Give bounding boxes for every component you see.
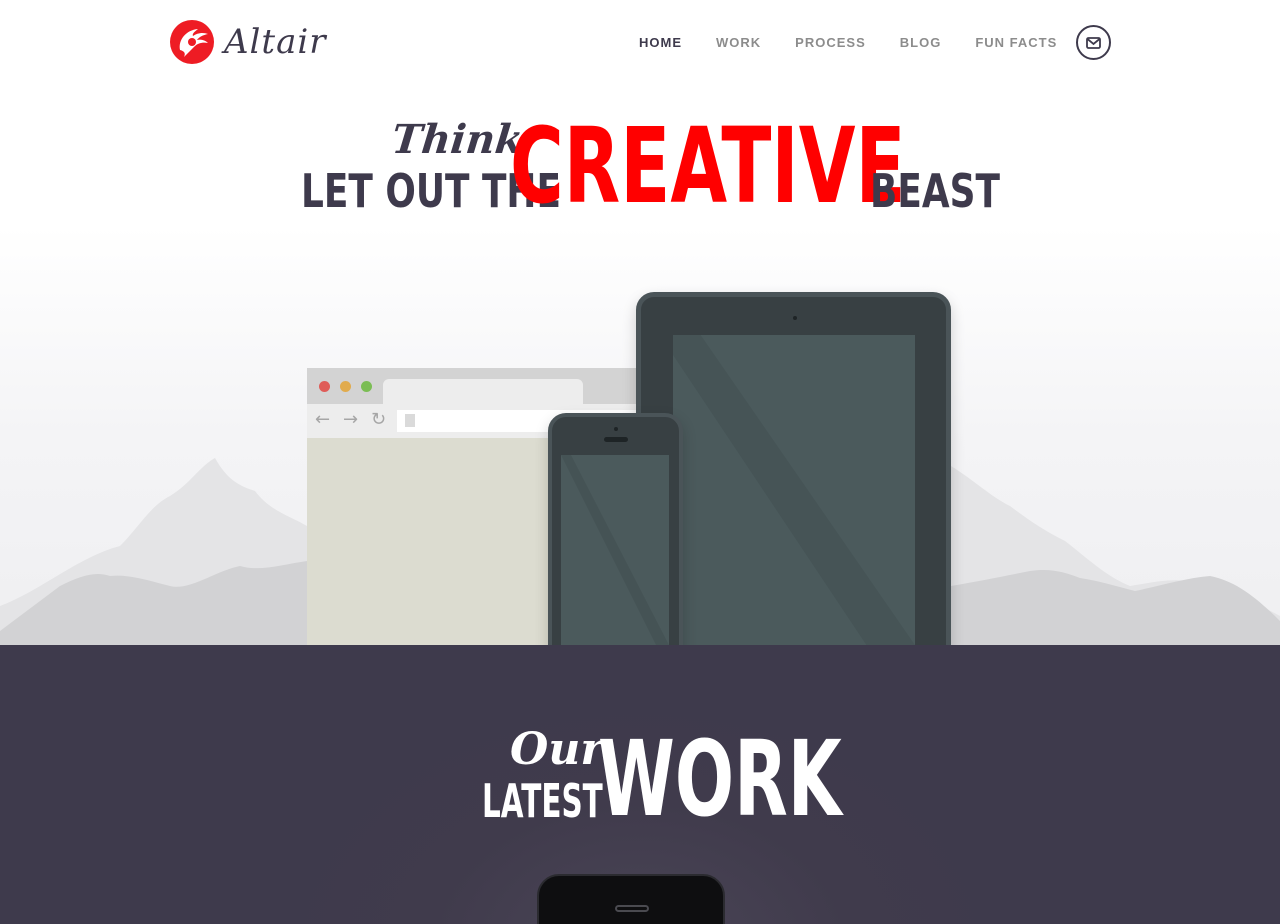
speaker-icon	[604, 437, 628, 442]
work-heading-small: LATEST	[482, 774, 603, 828]
phone-mockup	[548, 413, 683, 645]
brand-name: Altair	[224, 22, 327, 62]
nav-item-work[interactable]: WORK	[716, 0, 761, 86]
screen-glare	[561, 455, 669, 645]
back-arrow-icon: ←	[315, 409, 331, 430]
nav-item-process[interactable]: PROCESS	[795, 0, 866, 86]
close-dot-icon	[319, 381, 330, 392]
tablet-mockup	[636, 292, 951, 645]
page-icon	[405, 414, 415, 427]
screen-glare	[673, 335, 915, 645]
work-phone-mockup	[537, 874, 725, 924]
camera-icon	[793, 316, 797, 320]
minimize-dot-icon	[340, 381, 351, 392]
browser-tab	[383, 379, 583, 405]
latest-work-section: Our LATEST WORK	[0, 645, 1280, 924]
forward-arrow-icon: →	[343, 409, 359, 430]
nav-item-blog[interactable]: BLOG	[900, 0, 942, 86]
work-heading-big: WORK	[598, 718, 842, 840]
camera-icon	[614, 427, 618, 431]
tablet-screen	[673, 335, 915, 645]
maximize-dot-icon	[361, 381, 372, 392]
site-header: Altair HOME WORK PROCESS BLOG FUN FACTS	[0, 0, 1280, 86]
nav-item-fun-facts[interactable]: FUN FACTS	[975, 0, 1057, 86]
main-nav: HOME WORK PROCESS BLOG FUN FACTS	[639, 0, 1091, 86]
reload-icon: ↻	[371, 409, 387, 430]
brand-logo-link[interactable]: Altair	[170, 18, 327, 66]
nav-item-home[interactable]: HOME	[639, 0, 682, 86]
phone-screen	[561, 455, 669, 645]
speaker-icon	[615, 905, 649, 912]
hero-section: Think LET OUT THE CREATIVE BEAST ← → ↻	[0, 86, 1280, 645]
eagle-logo-icon	[170, 20, 214, 64]
work-script-word: Our	[510, 724, 604, 775]
browser-titlebar	[307, 368, 637, 405]
envelope-icon	[1086, 36, 1101, 49]
contact-mail-button[interactable]	[1076, 25, 1111, 60]
